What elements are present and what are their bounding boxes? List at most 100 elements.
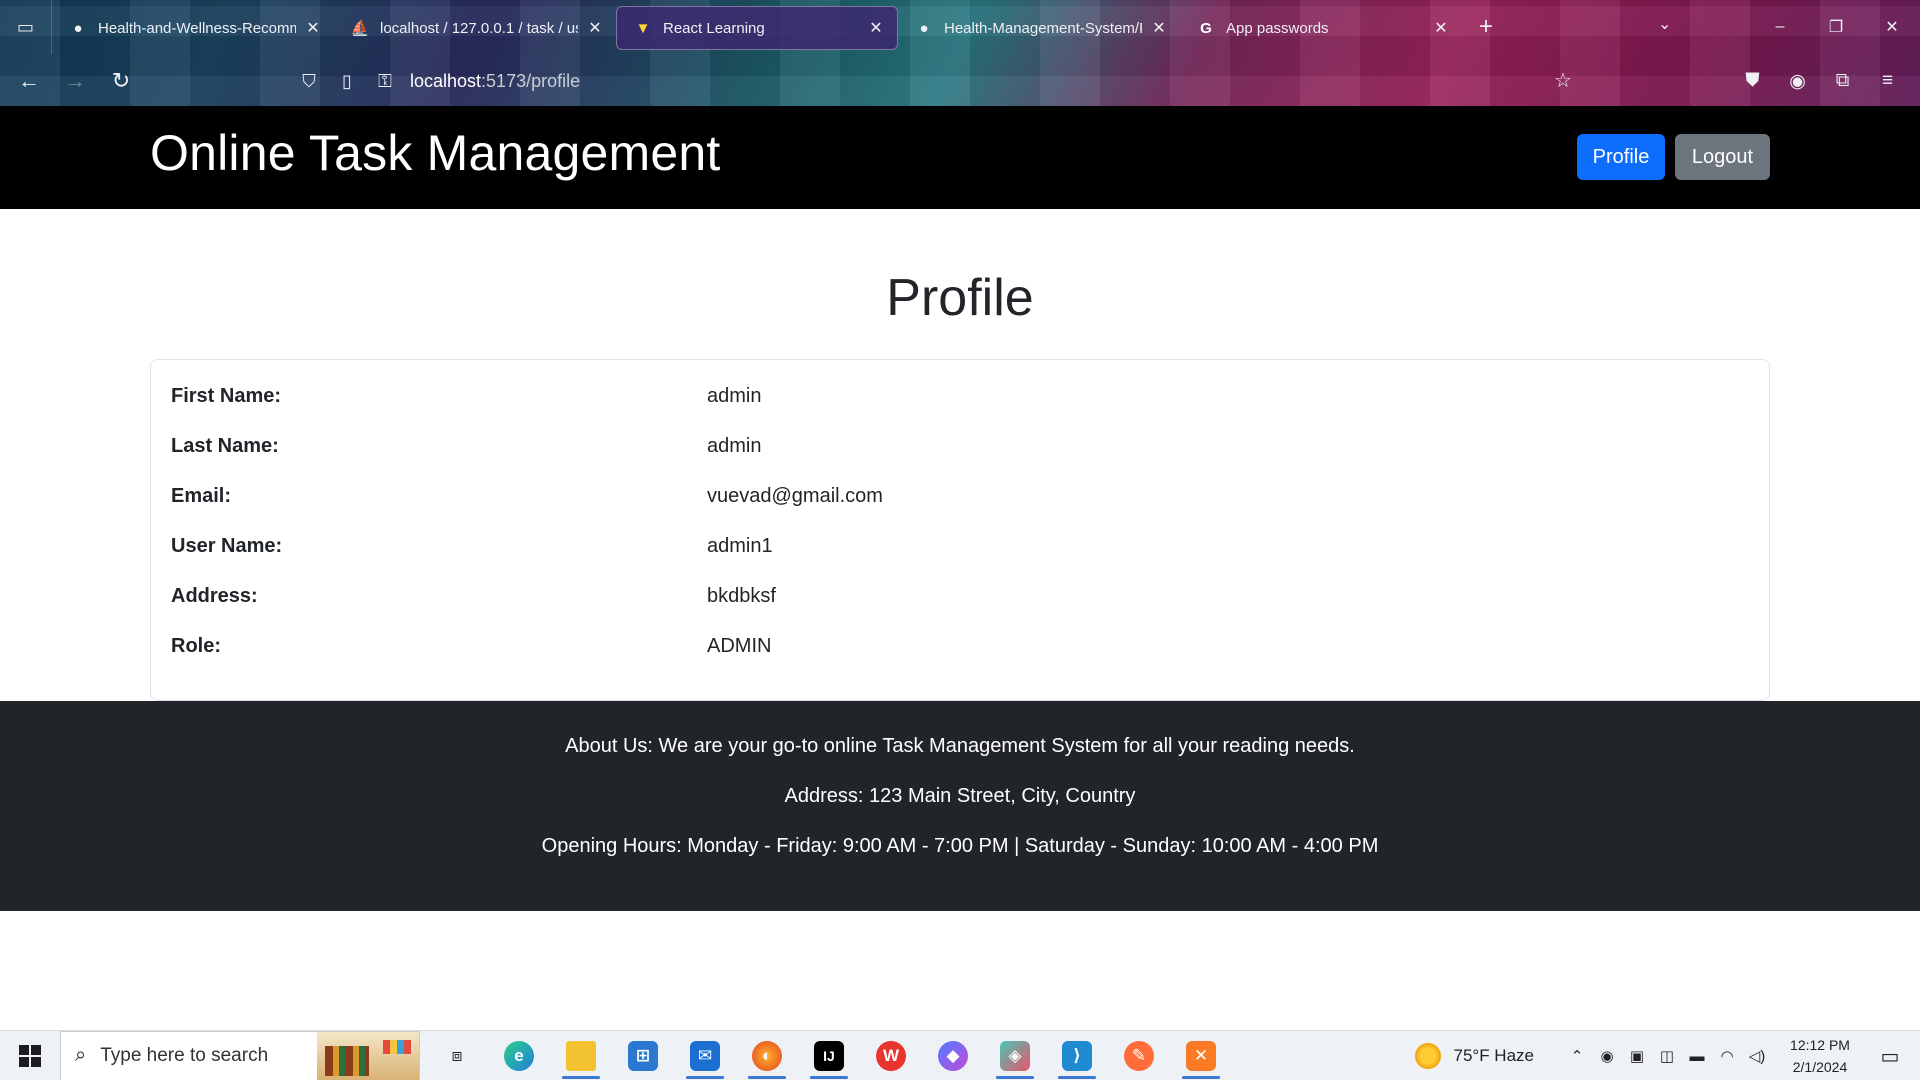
tab-title: Health-Management-System/Fr xyxy=(944,19,1142,37)
taskbar-search-input[interactable]: ⌕ Type here to search xyxy=(60,1030,420,1080)
chevron-down-icon[interactable]: ⌄ xyxy=(1658,14,1671,34)
tab-react-learning[interactable]: ▼ React Learning ✕ xyxy=(616,6,898,50)
tray-icons: ⌃ ◉ ▣ ◫ ▬ ◠ ◁) xyxy=(1562,1047,1772,1066)
extensions-icon[interactable]: ⧉ xyxy=(1820,64,1865,98)
window-controls: – ❐ ✕ xyxy=(1752,0,1920,54)
clock-date: 2/1/2024 xyxy=(1792,1059,1848,1075)
field-label: Address: xyxy=(171,584,258,607)
url-bar[interactable]: ⛉ ▯ ⚿ localhost:5173/profile xyxy=(290,62,1590,100)
weather-widget[interactable]: 75°F Haze xyxy=(1415,1043,1534,1069)
tab-title: React Learning xyxy=(663,19,765,37)
tab-title: localhost / 127.0.0.1 / task / users xyxy=(380,19,578,37)
url-path: :5173/profile xyxy=(481,70,581,91)
microsoft-store-icon[interactable]: ⊞ xyxy=(612,1031,674,1080)
profile-button[interactable]: Profile xyxy=(1577,134,1665,180)
tab-health-wellness[interactable]: ● Health-and-Wellness-Recommendation ✕ xyxy=(52,6,334,50)
field-value: ADMIN xyxy=(707,634,772,657)
postman-icon[interactable]: ✎ xyxy=(1108,1031,1170,1080)
url-text[interactable]: localhost:5173/profile xyxy=(410,71,580,92)
close-icon[interactable]: ✕ xyxy=(586,18,604,38)
copilot-icon[interactable]: ◆ xyxy=(922,1031,984,1080)
field-label: First Name: xyxy=(171,384,282,407)
account-icon[interactable]: ◉ xyxy=(1775,64,1820,98)
reload-icon[interactable]: ↻ xyxy=(98,61,144,101)
tab-app-passwords[interactable]: G App passwords ✕ xyxy=(1180,6,1462,50)
field-value: admin1 xyxy=(707,534,773,557)
logout-button[interactable]: Logout xyxy=(1675,134,1770,180)
tab-title: Health-and-Wellness-Recommendation xyxy=(98,19,296,37)
field-value: bkdbksf xyxy=(707,584,776,607)
profile-row-address: Address: bkdbksf xyxy=(171,581,776,611)
toolbar-right: ⛊ ◉ ⧉ ≡ xyxy=(1730,64,1910,98)
footer-hours: Opening Hours: Monday - Friday: 9:00 AM … xyxy=(541,835,1379,857)
field-label: Last Name: xyxy=(171,434,279,457)
vite-icon: ▼ xyxy=(635,19,651,37)
shield-icon[interactable]: ⛉ xyxy=(290,71,328,92)
battery-icon[interactable]: ▬ xyxy=(1682,1048,1712,1065)
minimize-icon[interactable]: – xyxy=(1752,0,1808,54)
edge-icon[interactable]: e xyxy=(488,1031,550,1080)
close-icon[interactable]: ✕ xyxy=(304,18,322,38)
wps-office-icon[interactable]: W xyxy=(860,1031,922,1080)
clock-time: 12:12 PM xyxy=(1790,1037,1850,1053)
mail-icon[interactable]: ✉ xyxy=(674,1031,736,1080)
profile-row-role: Role: ADMIN xyxy=(171,631,771,661)
forward-icon[interactable]: → xyxy=(52,61,98,101)
close-icon[interactable]: ✕ xyxy=(867,18,885,38)
field-label: Email: xyxy=(171,484,232,507)
vscode-icon[interactable]: ⟩ xyxy=(1046,1031,1108,1080)
github-icon: ● xyxy=(919,19,929,37)
page-icon[interactable]: ▯ xyxy=(328,71,366,92)
search-icon: ⌕ xyxy=(75,1044,87,1066)
task-view-icon[interactable]: ⧈ xyxy=(426,1031,488,1080)
field-value: vuevad@gmail.com xyxy=(707,484,883,507)
url-host: localhost xyxy=(410,70,482,91)
google-icon: G xyxy=(1200,19,1212,37)
new-tab-button[interactable]: + xyxy=(1466,7,1506,47)
restore-icon[interactable]: ❐ xyxy=(1808,0,1864,54)
phpmyadmin-icon: ⛵ xyxy=(350,20,370,37)
back-icon[interactable]: ← xyxy=(6,61,52,101)
field-label: User Name: xyxy=(171,534,283,557)
wifi-icon[interactable]: ◠ xyxy=(1712,1047,1742,1065)
menu-icon[interactable]: ≡ xyxy=(1865,64,1910,98)
profile-row-last-name: Last Name: admin xyxy=(171,431,761,461)
search-highlight-image xyxy=(317,1031,419,1080)
field-value: admin xyxy=(707,384,762,407)
app-header: Online Task Management Profile Logout xyxy=(0,106,1920,209)
firefox-icon[interactable]: ◐ xyxy=(736,1031,798,1080)
tab-title: App passwords xyxy=(1226,19,1329,37)
xampp-icon[interactable]: ✕ xyxy=(1170,1031,1232,1080)
page-title: Profile xyxy=(886,269,1034,327)
pocket-icon[interactable]: ⛊ xyxy=(1730,64,1775,98)
volume-icon[interactable]: ◁) xyxy=(1742,1047,1772,1065)
profile-card: First Name: admin Last Name: admin Email… xyxy=(150,359,1770,701)
close-icon[interactable]: ✕ xyxy=(1150,18,1168,38)
search-placeholder: Type here to search xyxy=(100,1044,269,1066)
chevron-up-icon[interactable]: ⌃ xyxy=(1562,1047,1592,1065)
tab-strip: ▭ ● Health-and-Wellness-Recommendation ✕… xyxy=(0,0,1920,54)
windows-start-icon[interactable] xyxy=(0,1031,60,1080)
clock[interactable]: 12:12 PM 2/1/2024 xyxy=(1780,1034,1860,1078)
meet-now-icon[interactable]: ▣ xyxy=(1622,1047,1652,1065)
gitkraken-icon[interactable]: ◈ xyxy=(984,1031,1046,1080)
page-footer: About Us: We are your go-to online Task … xyxy=(0,701,1920,911)
close-icon[interactable]: ✕ xyxy=(1432,18,1450,38)
tab-phpmyadmin[interactable]: ⛵ localhost / 127.0.0.1 / task / users ✕ xyxy=(334,6,616,50)
tab-list-icon[interactable]: ▭ xyxy=(0,0,52,54)
app-title: Online Task Management xyxy=(150,125,721,181)
field-value: admin xyxy=(707,434,762,457)
intellij-icon[interactable]: IJ xyxy=(798,1031,860,1080)
footer-address: Address: 123 Main Street, City, Country xyxy=(784,785,1136,807)
file-explorer-icon[interactable] xyxy=(550,1031,612,1080)
close-window-icon[interactable]: ✕ xyxy=(1864,0,1920,54)
bookmark-star-icon[interactable]: ☆ xyxy=(1554,68,1572,93)
record-icon[interactable]: ◉ xyxy=(1592,1047,1622,1065)
taskbar: ⌕ Type here to search ⧈ e ⊞ ✉ ◐ IJ W ◆ ◈… xyxy=(0,1030,1920,1080)
tab-health-management[interactable]: ● Health-Management-System/Fr ✕ xyxy=(898,6,1180,50)
notification-icon[interactable]: ▭ xyxy=(1860,1044,1920,1069)
key-icon[interactable]: ⚿ xyxy=(366,71,404,92)
weather-text: 75°F Haze xyxy=(1453,1046,1534,1065)
camera-icon[interactable]: ◫ xyxy=(1652,1047,1682,1065)
field-label: Role: xyxy=(171,634,221,657)
